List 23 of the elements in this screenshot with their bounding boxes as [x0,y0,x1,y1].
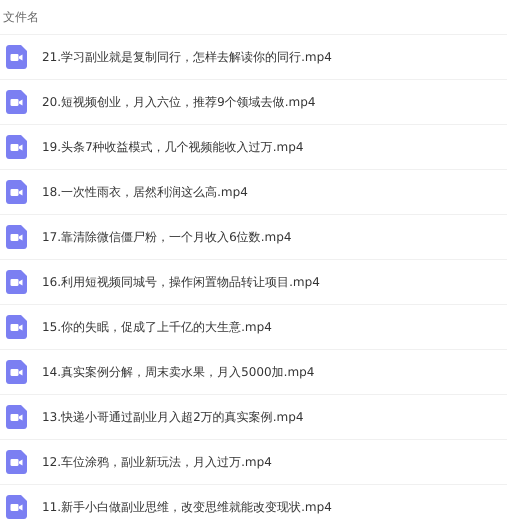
video-file-icon [6,450,27,474]
file-name[interactable]: 21.学习副业就是复制同行，怎样去解读你的同行.mp4 [42,48,332,66]
video-file-icon [6,135,27,159]
file-name[interactable]: 11.新手小白做副业思维，改变思维就能改变现状.mp4 [42,498,332,516]
video-file-icon [6,270,27,294]
file-name[interactable]: 16.利用短视频同城号，操作闲置物品转让项目.mp4 [42,273,320,291]
video-file-icon [6,360,27,384]
column-header: 文件名 [3,9,39,26]
video-file-icon [6,180,27,204]
file-name[interactable]: 18.一次性雨衣，居然利润这么高.mp4 [42,183,248,201]
video-file-icon [6,495,27,519]
video-file-icon [6,225,27,249]
video-file-icon [6,315,27,339]
file-name[interactable]: 17.靠清除微信僵尸粉，一个月收入6位数.mp4 [42,228,292,246]
video-file-icon [6,45,27,69]
file-name[interactable]: 14.真实案例分解，周末卖水果，月入5000加.mp4 [42,363,314,381]
file-name[interactable]: 13.快递小哥通过副业月入超2万的真实案例.mp4 [42,408,304,426]
file-name[interactable]: 12.车位涂鸦，副业新玩法，月入过万.mp4 [42,453,272,471]
video-file-icon [6,405,27,429]
file-name[interactable]: 20.短视频创业，月入六位，推荐9个领域去做.mp4 [42,93,316,111]
file-name[interactable]: 15.你的失眠，促成了上千亿的大生意.mp4 [42,318,272,336]
file-name[interactable]: 19.头条7种收益模式，几个视频能收入过万.mp4 [42,138,304,156]
video-file-icon [6,90,27,114]
